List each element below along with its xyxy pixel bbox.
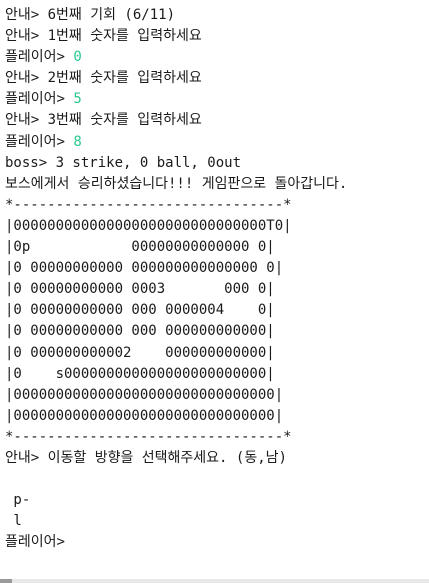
guide-prefix: 안내>: [5, 7, 48, 23]
player-input-value: 8: [73, 133, 82, 150]
player-prefix: 플레이어>: [5, 49, 74, 66]
guide-prefix: 안내>: [5, 112, 48, 129]
board-row: |0 000000000002 000000000000|: [5, 344, 275, 361]
board-row: |0 00000000000 0003 000 0|: [5, 281, 275, 298]
round-text: 6번째 기회 (6/11): [47, 7, 176, 23]
board-row: |0p 00000000000000 0|: [5, 239, 275, 256]
ask-first-number: 안내> 1번째 숫자를 입력하세요: [5, 26, 429, 47]
guide-prefix: 안내>: [5, 449, 48, 466]
horizontal-scrollbar[interactable]: [0, 579, 429, 583]
guide-prefix: 안내>: [5, 70, 48, 87]
player-input-value: 0: [73, 49, 82, 66]
legend-line-1: p-: [5, 492, 31, 509]
player-input-value: 5: [73, 91, 82, 108]
player-input-3: 플레이어> 8: [5, 132, 429, 153]
ask-text: 3번째 숫자를 입력하세요: [47, 112, 202, 129]
ask-text: 1번째 숫자를 입력하세요: [47, 28, 202, 45]
legend-line-2: l: [5, 513, 22, 530]
board-row: |0 00000000000 000 0000004 0|: [5, 302, 275, 319]
direction-text: 이동할 방향을 선택해주세요. (동,남): [47, 449, 287, 466]
ask-third-number: 안내> 3번째 숫자를 입력하세요: [5, 110, 429, 131]
direction-prompt: 안내> 이동할 방향을 선택해주세요. (동,남): [5, 448, 429, 469]
player-prefix: 플레이어>: [5, 133, 74, 150]
board-row: |000000000000000000000000000000T0|: [5, 217, 292, 234]
boss-result-text: boss> 3 strike, 0 ball, 0out: [5, 154, 242, 171]
player-input-2: 플레이어> 5: [5, 89, 429, 110]
board-row: |0 00000000000 000 000000000000|: [5, 323, 275, 340]
board-top-border: *--------------------------------*: [5, 196, 292, 213]
player-prompt-text: 플레이어>: [5, 534, 65, 551]
ask-text: 2번째 숫자를 입력하세요: [47, 70, 202, 87]
console-window: 안내> 6번째 기회 (6/11) 안내> 1번째 숫자를 입력하세요 플레이어…: [0, 0, 429, 583]
scrollbar-thumb[interactable]: [0, 579, 12, 583]
player-prefix: 플레이어>: [5, 91, 74, 108]
board-row: |0 00000000000 000000000000000 0|: [5, 260, 284, 277]
boss-result: boss> 3 strike, 0 ball, 0out: [5, 153, 429, 174]
player-input-1: 플레이어> 0: [5, 47, 429, 68]
round-message: 안내> 6번째 기회 (6/11): [5, 5, 429, 26]
victory-text: 보스에게서 승리하셨습니다!!! 게임판으로 돌아갑니다.: [5, 175, 348, 192]
guide-prefix: 안내>: [5, 28, 48, 45]
victory-message: 보스에게서 승리하셨습니다!!! 게임판으로 돌아갑니다.: [5, 174, 429, 195]
board-bottom-border: *--------------------------------*: [5, 428, 292, 445]
ask-second-number: 안내> 2번째 숫자를 입력하세요: [5, 68, 429, 89]
board-row: |0000000000000000000000000000000|: [5, 386, 284, 403]
board-row: |0 s000000000000000000000000|: [5, 365, 275, 382]
board-row: |0000000000000000000000000000000|: [5, 407, 284, 424]
player-prompt[interactable]: 플레이어>: [5, 532, 429, 553]
